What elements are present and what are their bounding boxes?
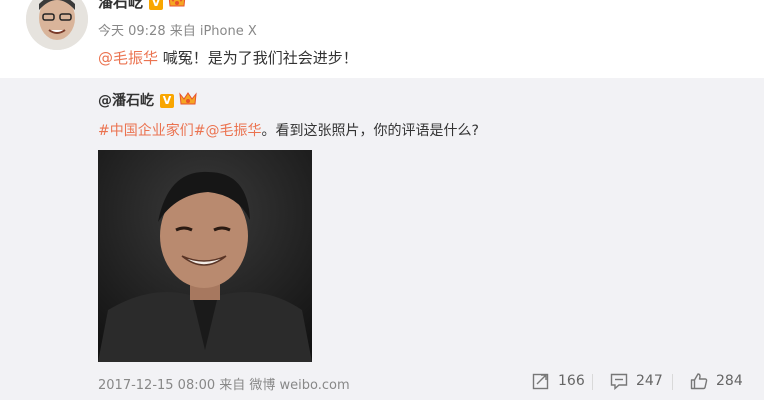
post-mention-link[interactable]: @毛振华 xyxy=(98,49,158,67)
post-content-text: 喊冤！是为了我们社会进步！ xyxy=(158,49,358,67)
retweet-hashtag-link[interactable]: #中国企业家们# xyxy=(98,123,205,139)
like-button[interactable]: 284 xyxy=(690,372,743,390)
retweet-author-line: @潘石屹 V xyxy=(98,90,198,110)
like-icon xyxy=(690,373,708,390)
verified-badge-icon: V xyxy=(149,0,164,10)
comment-button[interactable]: 247 xyxy=(610,372,663,390)
verified-badge-icon: V xyxy=(160,94,174,108)
forward-count: 166 xyxy=(558,373,585,389)
author-avatar[interactable] xyxy=(26,0,88,50)
retweet-text: #中国企业家们#@毛振华。看到这张照片，你的评语是什么? xyxy=(98,120,479,140)
member-crown-icon[interactable] xyxy=(167,0,187,8)
member-crown-icon[interactable] xyxy=(178,91,198,106)
like-count: 284 xyxy=(716,373,743,389)
forward-icon xyxy=(532,373,549,390)
post-content: @毛振华 喊冤！是为了我们社会进步！ xyxy=(98,47,358,68)
retweet-mention-link[interactable]: @毛振华 xyxy=(205,123,261,139)
comment-icon xyxy=(610,373,628,390)
stat-divider xyxy=(592,374,593,390)
post-meta[interactable]: 今天 09:28 来自 iPhone X xyxy=(98,20,257,39)
retweet-author[interactable]: @潘石屹 xyxy=(98,93,154,109)
retweet-box: @潘石屹 V #中国企业家们#@毛振华。看到这张照片，你的评语是什么? 2017… xyxy=(0,78,764,400)
comment-count: 247 xyxy=(636,373,663,389)
stat-divider xyxy=(672,374,673,390)
author-name-line: 潘石屹 V xyxy=(98,0,187,12)
retweet-text-body: 。看到这张照片，你的评语是什么? xyxy=(261,123,479,139)
retweet-photo[interactable] xyxy=(98,150,312,362)
forward-button[interactable]: 166 xyxy=(532,372,585,390)
author-name[interactable]: 潘石屹 xyxy=(98,0,143,11)
retweet-meta[interactable]: 2017-12-15 08:00 来自 微博 weibo.com xyxy=(98,374,350,393)
